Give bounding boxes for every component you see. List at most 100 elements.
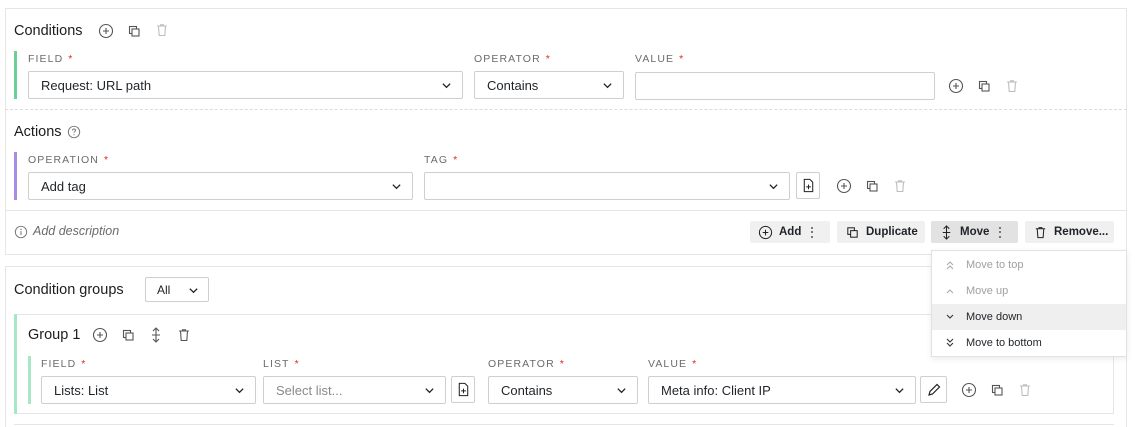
chevron-down-icon: [442, 83, 451, 89]
duplicate-group-icon[interactable]: [120, 327, 136, 343]
field-select-value: Request: URL path: [41, 77, 152, 93]
required-mark: *: [453, 154, 459, 166]
group-value-value: Meta info: Client IP: [661, 382, 771, 398]
group-operator-label: OPERATOR *: [488, 358, 565, 370]
section-divider: [5, 109, 1127, 110]
new-file-icon: [803, 178, 814, 193]
move-menu: Move to top Move up Move down Move to bo…: [931, 250, 1127, 357]
move-group-icon[interactable]: [148, 327, 164, 343]
tag-label-text: TAG: [424, 154, 449, 166]
operation-label: OPERATION *: [28, 154, 109, 166]
move-up-item[interactable]: Move up: [932, 278, 1126, 304]
list-select[interactable]: Select list...: [263, 376, 446, 404]
group-row-accent-bar: [28, 356, 31, 404]
group-operator-label-text: OPERATOR: [488, 358, 555, 370]
value-label: VALUE *: [635, 53, 684, 65]
group-title: Group 1: [28, 327, 81, 343]
edit-value-button[interactable]: [920, 376, 947, 403]
trash-icon[interactable]: [1017, 382, 1033, 398]
chevron-down-icon: [392, 184, 401, 190]
group-value-select[interactable]: Meta info: Client IP: [648, 376, 916, 404]
add-icon: [758, 225, 773, 240]
required-mark: *: [294, 358, 300, 370]
group-field-value: Lists: List: [54, 382, 109, 398]
group-field-label: FIELD *: [41, 358, 86, 370]
trash-icon[interactable]: [176, 327, 192, 343]
value-label-text: VALUE: [635, 53, 675, 65]
move-button[interactable]: Move: [931, 221, 1018, 243]
duplicate-button-label: Duplicate: [866, 226, 918, 238]
field-select[interactable]: Request: URL path: [28, 71, 463, 99]
chevron-down-icon: [895, 388, 904, 394]
more-options-icon[interactable]: [811, 226, 814, 238]
actions-title: Actions: [14, 124, 62, 140]
trash-icon[interactable]: [154, 22, 170, 38]
group-list-label-text: LIST: [263, 358, 290, 370]
required-mark: *: [559, 358, 565, 370]
add-condition-row-icon[interactable]: [948, 78, 964, 94]
chevron-down-icon: [425, 388, 434, 394]
add-group-row-icon[interactable]: [961, 382, 977, 398]
move-to-top-item[interactable]: Move to top: [932, 252, 1126, 278]
more-options-icon[interactable]: [999, 226, 1002, 238]
duplicate-icon: [845, 225, 860, 240]
trash-icon[interactable]: [1004, 78, 1020, 94]
new-file-icon: [458, 382, 469, 397]
group-list-label: LIST *: [263, 358, 300, 370]
new-list-button[interactable]: [451, 376, 475, 403]
match-filter-select[interactable]: All: [145, 277, 209, 302]
group-operator-value: Contains: [501, 382, 553, 398]
help-icon[interactable]: [67, 125, 81, 139]
remove-button-label: Remove...: [1054, 226, 1109, 238]
operator-label-text: OPERATOR: [474, 53, 541, 65]
add-button[interactable]: Add: [750, 221, 830, 243]
move-down-item[interactable]: Move down: [932, 304, 1126, 330]
duplicate-condition-icon[interactable]: [126, 23, 142, 39]
field-label: FIELD *: [28, 53, 73, 65]
info-icon: [14, 225, 28, 239]
field-label-text: FIELD: [28, 53, 64, 65]
chevron-down-icon: [769, 184, 778, 190]
group-field-select[interactable]: Lists: List: [41, 376, 256, 404]
conditions-title: Conditions: [14, 23, 83, 39]
trash-icon[interactable]: [892, 178, 908, 194]
chevron-down-icon: [617, 388, 626, 394]
value-input[interactable]: [635, 72, 935, 100]
move-button-label: Move: [960, 226, 990, 238]
move-icon: [939, 224, 954, 240]
move-to-top-label: Move to top: [966, 259, 1024, 271]
pencil-icon: [928, 383, 941, 396]
add-group-condition-icon[interactable]: [92, 327, 108, 343]
tag-label: TAG *: [424, 154, 458, 166]
tag-select[interactable]: [424, 172, 790, 200]
new-tag-button[interactable]: [796, 172, 820, 199]
chevron-down-icon: [189, 288, 198, 294]
operator-label: OPERATOR *: [474, 53, 551, 65]
rule-panel: [5, 8, 1127, 255]
group-accent-bar: [14, 314, 17, 414]
required-mark: *: [68, 53, 74, 65]
operator-select[interactable]: Contains: [474, 71, 624, 99]
group-value-label-text: VALUE: [648, 358, 688, 370]
duplicate-action-icon[interactable]: [864, 178, 880, 194]
required-mark: *: [81, 358, 87, 370]
add-description-input[interactable]: Add description: [33, 224, 119, 238]
actions-accent-bar: [14, 152, 17, 200]
list-select-placeholder: Select list...: [276, 382, 343, 398]
move-down-label: Move down: [966, 311, 1023, 323]
footer-divider: [5, 210, 1127, 211]
operation-select[interactable]: Add tag: [28, 172, 413, 200]
duplicate-button[interactable]: Duplicate: [837, 221, 925, 243]
add-condition-icon[interactable]: [98, 23, 114, 39]
operator-select-value: Contains: [487, 77, 539, 93]
duplicate-condition-row-icon[interactable]: [976, 78, 992, 94]
remove-button[interactable]: Remove...: [1025, 221, 1114, 243]
add-action-icon[interactable]: [836, 178, 852, 194]
group-operator-select[interactable]: Contains: [488, 376, 638, 404]
move-to-bottom-item[interactable]: Move to bottom: [932, 330, 1126, 356]
match-filter-value: All: [157, 282, 171, 297]
operation-select-value: Add tag: [41, 178, 86, 194]
chevron-down-icon: [603, 83, 612, 89]
double-chevron-up-icon: [944, 259, 956, 271]
duplicate-group-row-icon[interactable]: [989, 382, 1005, 398]
